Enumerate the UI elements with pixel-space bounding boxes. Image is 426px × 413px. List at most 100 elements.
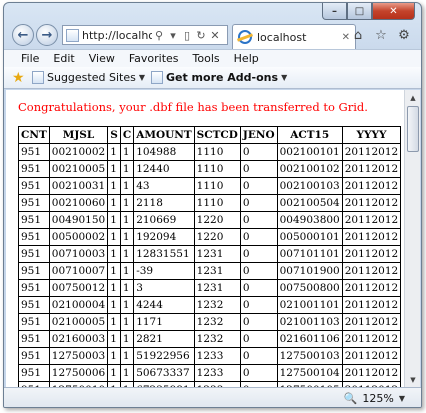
table-cell: 1 xyxy=(107,194,121,212)
table-cell: 3 xyxy=(133,279,195,297)
home-icon[interactable]: ⌂ xyxy=(349,26,367,44)
minimize-button[interactable]: – xyxy=(322,3,347,20)
table-row: 951 02100004 1 1 4244 1232 0 021001101 20112012 xyxy=(18,296,402,314)
table-cell: 104988 xyxy=(133,143,195,161)
table-cell: 20112012 xyxy=(341,296,402,314)
table-cell: 1232 xyxy=(193,296,241,314)
zoom-icon[interactable]: 🔍 xyxy=(344,392,358,405)
close-window-button[interactable]: ✕ xyxy=(372,3,415,20)
table-cell: 1110 xyxy=(193,194,241,212)
table-cell: 951 xyxy=(18,228,50,246)
table-cell: 0 xyxy=(239,262,278,280)
table-cell: 1 xyxy=(119,160,135,178)
table-cell: 1 xyxy=(119,194,135,212)
table-cell: 00710003 xyxy=(48,245,109,263)
table-cell: 20112012 xyxy=(341,177,402,195)
menu-tools[interactable]: Tools xyxy=(186,52,227,65)
scrollbar-thumb[interactable] xyxy=(407,106,419,152)
table-cell: 1171 xyxy=(133,313,195,331)
forward-button[interactable]: → xyxy=(36,24,58,46)
table-cell: 1 xyxy=(107,160,121,178)
table-cell: 51922956 xyxy=(133,347,195,365)
status-bar: 🔍 125% ▼ xyxy=(4,387,421,407)
table-cell: 20112012 xyxy=(341,160,402,178)
scroll-up-arrow-icon[interactable]: ▲ xyxy=(405,90,421,105)
gear-icon[interactable]: ⚙ xyxy=(395,26,413,44)
table-cell: 0 xyxy=(239,296,278,314)
table-cell: 20112012 xyxy=(341,228,402,246)
chevron-down-icon: ▼ xyxy=(281,73,288,82)
menu-edit[interactable]: Edit xyxy=(46,52,81,65)
compatibility-icon[interactable]: ▯ xyxy=(180,29,194,42)
table-row: 951 00490150 1 1 210669 1220 0 004903800 2011201… xyxy=(18,211,402,229)
table-cell: 127500103 xyxy=(276,347,343,365)
table-cell: 12831551 xyxy=(133,245,195,263)
table-cell: 00750012 xyxy=(48,279,109,297)
table-cell: 951 xyxy=(18,279,50,297)
table-cell: 00710007 xyxy=(48,262,109,280)
table-cell: 1 xyxy=(119,211,135,229)
navigation-bar: ← → http://localhost ⚲ ▾ ▯ ↻ ✕ localhost… xyxy=(8,21,417,49)
add-favorite-star-icon[interactable]: ★ xyxy=(12,71,26,85)
table-cell: 1 xyxy=(107,296,121,314)
table-cell: 20112012 xyxy=(341,143,402,161)
favorites-star-icon[interactable]: ☆ xyxy=(372,26,390,44)
menu-file[interactable]: File xyxy=(14,52,46,65)
table-cell: 0 xyxy=(239,211,278,229)
table-cell: 20112012 xyxy=(341,194,402,212)
table-cell: 1 xyxy=(119,330,135,348)
maximize-button[interactable]: □ xyxy=(347,3,372,20)
table-cell: 00210060 xyxy=(48,194,109,212)
tab-localhost[interactable]: localhost ✕ xyxy=(232,24,356,49)
table-cell: 1 xyxy=(119,143,135,161)
refresh-icon[interactable]: ↻ xyxy=(194,29,208,42)
table-cell: 02100004 xyxy=(48,296,109,314)
dropdown-icon[interactable]: ▾ xyxy=(166,29,180,42)
table-cell: 1 xyxy=(107,262,121,280)
address-bar[interactable]: http://localhost ⚲ ▾ ▯ ↻ ✕ xyxy=(62,25,228,45)
table-cell: 20112012 xyxy=(341,279,402,297)
suggested-sites-link[interactable]: Suggested Sites ▼ xyxy=(32,71,145,84)
toolbar-icons: ⌂ ☆ ⚙ xyxy=(349,26,413,44)
table-cell: 1 xyxy=(119,296,135,314)
table-cell: 0 xyxy=(239,177,278,195)
table-cell: 0 xyxy=(239,143,278,161)
arrow-left-icon: ← xyxy=(17,27,29,43)
table-cell: 1 xyxy=(119,262,135,280)
table-cell: 021601106 xyxy=(276,330,343,348)
table-cell: 0 xyxy=(239,194,278,212)
table-cell: 1 xyxy=(107,313,121,331)
stop-icon[interactable]: ✕ xyxy=(208,29,222,42)
table-cell: 002100504 xyxy=(276,194,343,212)
back-button[interactable]: ← xyxy=(12,24,34,46)
search-icon[interactable]: ⚲ xyxy=(152,29,166,42)
address-text[interactable]: http://localhost xyxy=(82,29,152,42)
table-cell: 00500002 xyxy=(48,228,109,246)
vertical-scrollbar[interactable]: ▲ ▼ xyxy=(404,90,420,387)
table-cell: 002100103 xyxy=(276,177,343,195)
table-cell: 0 xyxy=(239,228,278,246)
column-header: SCTCD xyxy=(193,126,241,144)
tab-title: localhost xyxy=(257,30,307,44)
scroll-down-arrow-icon[interactable]: ▼ xyxy=(405,372,421,387)
column-header: C xyxy=(119,126,135,144)
table-cell: 0 xyxy=(239,279,278,297)
table-cell: 43 xyxy=(133,177,195,195)
data-grid: CNT MJSL S C AMOUNT SCTCD JENO ACT15 YYYY 951 002… xyxy=(18,126,402,387)
table-cell: 002100102 xyxy=(276,160,343,178)
table-cell: 951 xyxy=(18,245,50,263)
table-cell: 1 xyxy=(107,330,121,348)
table-cell: 02100005 xyxy=(48,313,109,331)
table-cell: 20112012 xyxy=(341,245,402,263)
table-cell: 1 xyxy=(119,245,135,263)
chevron-down-icon[interactable]: ▼ xyxy=(399,394,405,403)
menu-view[interactable]: View xyxy=(82,52,122,65)
zoom-level[interactable]: 125% xyxy=(362,392,393,405)
table-cell: 1 xyxy=(107,347,121,365)
get-addons-link[interactable]: Get more Add-ons ▼ xyxy=(150,71,288,84)
table-cell: 007101101 xyxy=(276,245,343,263)
menu-help[interactable]: Help xyxy=(227,52,266,65)
menu-favorites[interactable]: Favorites xyxy=(122,52,186,65)
table-cell: 1 xyxy=(119,364,135,382)
column-header: YYYY xyxy=(341,126,402,144)
